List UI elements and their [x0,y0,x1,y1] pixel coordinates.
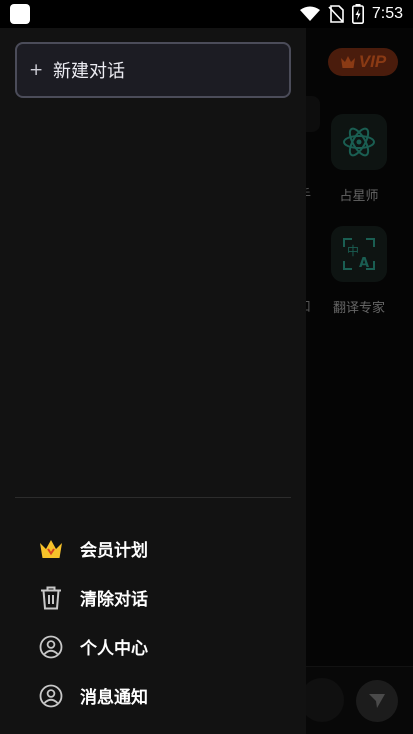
clock-time: 7:53 [371,5,403,22]
membership-plan-item[interactable]: 会员计划 [0,524,306,573]
send-button[interactable] [356,680,398,722]
translate-icon: 中 A [343,238,375,271]
wifi-icon [299,6,320,21]
plus-icon: + [29,60,44,80]
menu-label: 清除对话 [80,590,148,610]
svg-text:中: 中 [347,243,359,258]
profile-item[interactable]: 个人中心 [0,622,306,671]
menu-label: 消息通知 [80,688,148,708]
user-circle-icon [38,683,64,709]
clear-chat-item[interactable]: 清除对话 [0,573,306,622]
app-icon [10,4,30,24]
menu-label: 会员计划 [80,541,148,561]
notifications-item[interactable]: 消息通知 [0,671,306,720]
send-icon [369,694,385,708]
translator-label: 翻译专家 [332,301,385,316]
message-input-partial[interactable] [300,678,344,722]
trash-icon [38,585,64,611]
vip-badge[interactable]: VIP [328,48,398,76]
new-chat-label: 新建对话 [53,61,125,82]
no-sim-icon [328,5,344,23]
atom-icon [343,127,375,157]
drawer-menu: 会员计划 清除对话 个人中心 消息通知 [0,524,306,720]
svg-text:A: A [359,256,369,271]
crown-icon [340,56,355,68]
user-circle-icon [38,634,64,660]
astrologer-tile[interactable] [331,114,387,170]
new-chat-button[interactable]: + 新建对话 [15,42,291,98]
status-bar: 7:53 [0,0,413,28]
divider [15,497,291,498]
status-icons: 7:53 [299,2,403,26]
astrologer-label: 占星师 [339,189,379,204]
battery-charging-icon [351,4,364,24]
navigation-drawer: + 新建对话 会员计划 清除对话 个人中心 消息通知 [0,28,306,734]
translator-tile[interactable]: 中 A [331,226,387,282]
crown-icon [38,536,64,562]
menu-label: 个人中心 [80,639,148,659]
